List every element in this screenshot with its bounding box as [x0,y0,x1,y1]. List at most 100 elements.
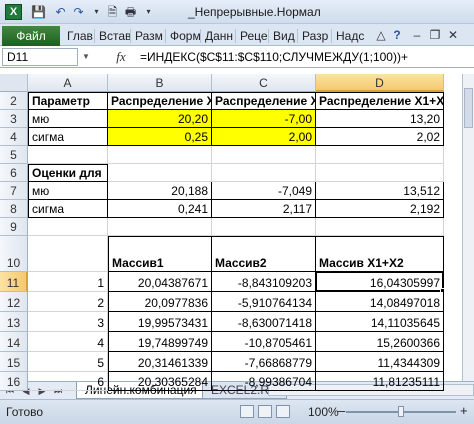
row-header-8[interactable]: 8 [0,200,28,218]
cell-c13[interactable]: -8,630071418 [212,312,316,332]
column-header-c[interactable]: C [212,74,316,92]
cell-b3[interactable]: 20,20 [108,110,212,128]
cell-a7[interactable]: мю [28,182,108,200]
zoom-slider-thumb[interactable] [398,406,404,417]
row-header-16[interactable]: 16 [0,372,28,391]
cell-d16[interactable]: 11,81235111 [316,372,444,391]
cell-b12[interactable]: 20,0977836 [108,292,212,312]
name-box-dropdown-icon[interactable]: ▼ [80,48,92,66]
cell-c15[interactable]: -7,66868779 [212,352,316,372]
zoom-out-icon[interactable]: – [338,404,345,418]
row-header-12[interactable]: 12 [0,292,28,312]
row-header-3[interactable]: 3 [0,110,28,128]
print-preview-icon[interactable]: 🗎 [104,4,121,20]
cell-b7[interactable]: 20,188 [108,182,212,200]
cell-d15[interactable]: 11,4344309 [316,352,444,372]
cell-b16[interactable]: 20,30365284 [108,372,212,391]
cell-d11[interactable]: 16,04305997 [316,272,444,292]
cell-a16[interactable]: 6 [28,372,108,391]
help-icon[interactable]: ? [390,27,404,43]
cell-b6[interactable] [108,164,212,182]
cell-c4[interactable]: 2,00 [212,128,316,146]
cell-a3[interactable]: мю [28,110,108,128]
workbook-close-icon[interactable]: ✕ [446,27,460,43]
customize-qat-icon[interactable]: ▾ [140,4,157,20]
tab-review[interactable]: Реце [237,27,268,45]
cell-d5[interactable] [316,146,444,164]
cell-c9[interactable] [212,218,316,236]
row-header-4[interactable]: 4 [0,128,28,146]
column-header-b[interactable]: B [108,74,212,92]
cell-c12[interactable]: -5,910764134 [212,292,316,312]
redo-icon[interactable]: ↷ [70,4,87,20]
tab-file[interactable]: Файл [2,26,60,46]
cell-d9[interactable] [316,218,444,236]
row-header-14[interactable]: 14 [0,332,28,352]
cell-a9[interactable] [28,218,108,236]
workbook-restore-icon[interactable]: ❐ [428,27,442,43]
row-header-13[interactable]: 13 [0,312,28,332]
zoom-level[interactable]: 100% [308,405,339,419]
row-header-10[interactable]: 10 [0,236,28,272]
cell-b2[interactable]: Распределение X1 [108,92,212,110]
row-header-11[interactable]: 11 [0,272,28,292]
tab-formulas[interactable]: Форм [167,27,201,45]
tab-data[interactable]: Данн [202,27,233,45]
row-header-7[interactable]: 7 [0,182,28,200]
cell-c2[interactable]: Распределение X2 [212,92,316,110]
row-header-15[interactable]: 15 [0,352,28,372]
tab-view[interactable]: Вид [270,27,295,45]
cell-b13[interactable]: 19,99573431 [108,312,212,332]
cell-b15[interactable]: 20,31461339 [108,352,212,372]
normal-view-icon[interactable] [240,405,254,418]
cell-a6[interactable]: Оценки для [28,164,108,182]
cell-d8[interactable]: 2,192 [316,200,444,218]
save-icon[interactable]: 💾 [30,4,47,20]
cell-b11[interactable]: 20,04387671 [108,272,212,292]
cell-c14[interactable]: -10,8705461 [212,332,316,352]
cell-d12[interactable]: 14,08497018 [316,292,444,312]
cell-c5[interactable] [212,146,316,164]
tab-developer[interactable]: Разр [299,27,328,45]
cell-a15[interactable]: 5 [28,352,108,372]
cell-c8[interactable]: 2,117 [212,200,316,218]
cell-d10[interactable]: Массив X1+X2 [316,236,444,272]
column-header-a[interactable]: A [28,74,108,92]
insert-function-icon[interactable]: fx [110,48,132,66]
row-header-6[interactable]: 6 [0,164,28,182]
name-box[interactable]: D11 [2,48,78,66]
cell-b5[interactable] [108,146,212,164]
cell-b8[interactable]: 0,241 [108,200,212,218]
cell-d14[interactable]: 15,2600366 [316,332,444,352]
formula-input[interactable]: =ИНДЕКС($C$11:$C$110;СЛУЧМЕЖДУ(1;100))+ [140,48,408,66]
workbook-minimize-icon[interactable]: – [410,27,424,43]
page-break-view-icon[interactable] [276,405,290,418]
cell-a11[interactable]: 1 [28,272,108,292]
cell-d4[interactable]: 2,02 [316,128,444,146]
select-all-corner[interactable] [0,74,28,92]
quick-print-icon[interactable]: 🖶 [122,4,139,20]
vertical-scroll-thumb[interactable] [464,88,473,128]
cell-d3[interactable]: 13,20 [316,110,444,128]
page-layout-view-icon[interactable] [258,405,272,418]
row-header-2[interactable]: 2 [0,92,28,110]
cell-b10[interactable]: Массив1 [108,236,212,272]
excel-app-icon[interactable]: X [5,4,22,20]
cell-a2[interactable]: Параметр [28,92,108,110]
cell-a5[interactable] [28,146,108,164]
row-header-5[interactable]: 5 [0,146,28,164]
cell-b14[interactable]: 19,74899749 [108,332,212,352]
cell-c10[interactable]: Массив2 [212,236,316,272]
cell-d13[interactable]: 14,11035645 [316,312,444,332]
cell-a8[interactable]: сигма [28,200,108,218]
cell-d7[interactable]: 13,512 [316,182,444,200]
cell-c16[interactable]: -8,99386704 [212,372,316,391]
zoom-in-icon[interactable]: + [460,404,468,418]
cell-c3[interactable]: -7,00 [212,110,316,128]
tab-home[interactable]: Глав [64,27,93,45]
cell-a4[interactable]: сигма [28,128,108,146]
row-header-9[interactable]: 9 [0,218,28,236]
cell-c11[interactable]: -8,843109203 [212,272,316,292]
cell-a10[interactable] [28,236,108,272]
tab-insert[interactable]: Встав [96,27,131,45]
